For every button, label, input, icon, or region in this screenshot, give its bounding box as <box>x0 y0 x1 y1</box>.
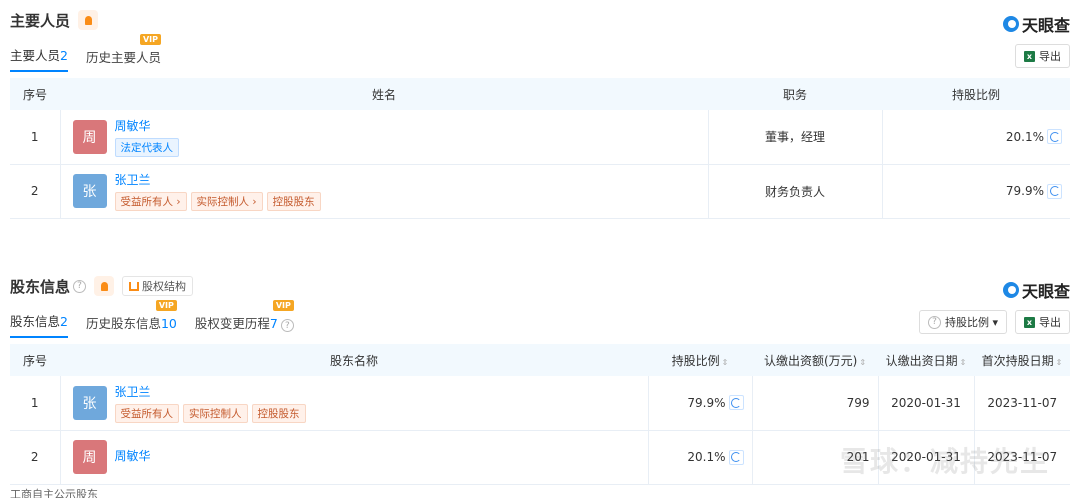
brand-logo: 天眼查 <box>1002 12 1070 36</box>
tab-equity-changes[interactable]: 股权变更历程7? VIP <box>195 299 294 339</box>
footer-note: 工商自主公示股东 <box>10 488 98 498</box>
bell-icon[interactable] <box>94 276 115 296</box>
person-link[interactable]: 周敏华 <box>115 447 151 464</box>
sort-icon: ⇕ <box>1055 357 1063 367</box>
main-personnel-section: 主要人员 天眼查 主要人员2 历史主要人员 VIP x 导出 序号 姓名 职务 持股… <box>10 0 1070 219</box>
pie-chart-icon[interactable] <box>1047 183 1062 199</box>
person-link[interactable]: 周敏华 <box>115 117 180 134</box>
pie-chart-icon[interactable] <box>728 449 744 465</box>
col-header: 持股比例 <box>882 78 1070 110</box>
watermark: 雪球：减持先生 <box>839 445 1050 478</box>
table-row: 2 张 张卫兰 受益所有人 › 实际控制人 › 控股股东 财务负责人 79.9% <box>10 164 1070 219</box>
avatar: 张 <box>72 385 107 420</box>
export-button[interactable]: x 导出 <box>1015 44 1070 68</box>
col-header: 序号 <box>10 78 60 110</box>
help-icon[interactable]: ? <box>280 319 294 332</box>
col-header-sortable[interactable]: 认缴出资日期 ⇕ <box>878 344 974 376</box>
tag-beneficial-owner[interactable]: 受益所有人 › <box>114 192 187 211</box>
tab-history-shareholders[interactable]: 历史股东信息10 VIP <box>86 300 177 338</box>
section-title: 股东信息 <box>10 277 71 296</box>
col-header-sortable[interactable]: 持股比例 ⇕ <box>648 344 752 376</box>
vip-badge: VIP <box>139 34 161 45</box>
tab-main-personnel[interactable]: 主要人员2 <box>10 45 68 72</box>
avatar: 张 <box>72 174 107 208</box>
col-header: 职务 <box>708 78 882 110</box>
tag-actual-controller[interactable]: 实际控制人 › <box>190 192 263 211</box>
avatar: 周 <box>72 440 107 474</box>
tag-legal-rep: 法定代表人 <box>114 137 179 157</box>
logo-icon <box>1002 282 1019 298</box>
vip-badge: VIP <box>272 299 294 311</box>
tab-shareholders[interactable]: 股东信息2 <box>10 311 68 338</box>
export-button[interactable]: x 导出 <box>1015 310 1070 334</box>
person-link[interactable]: 张卫兰 <box>115 383 306 400</box>
person-link[interactable]: 张卫兰 <box>115 171 321 188</box>
pie-chart-icon[interactable] <box>1047 129 1062 145</box>
bell-icon[interactable] <box>78 10 99 30</box>
col-header-sortable[interactable]: 认缴出资额(万元) ⇕ <box>752 344 878 376</box>
structure-icon <box>129 281 140 291</box>
avatar: 周 <box>72 119 107 154</box>
table-row: 1 张 张卫兰 受益所有人 实际控制人 控股股东 79.9% 799 2020-… <box>10 376 1070 431</box>
help-icon[interactable]: ? <box>73 279 87 293</box>
help-icon: ? <box>927 315 941 329</box>
table-row: 1 周 周敏华 法定代表人 董事，经理 20.1% <box>10 110 1070 165</box>
tab-history-personnel[interactable]: 历史主要人员 VIP <box>86 34 161 72</box>
tag-actual-controller: 实际控制人 <box>183 403 248 423</box>
personnel-table: 序号 姓名 职务 持股比例 1 周 周敏华 法定代表人 董事，经理 20.1% … <box>10 78 1070 219</box>
ratio-filter-dropdown[interactable]: ? 持股比例 ▾ <box>918 310 1007 334</box>
tag-controlling-shareholder: 控股股东 <box>266 192 321 211</box>
equity-structure-button[interactable]: 股权结构 <box>122 276 194 296</box>
sort-icon: ⇕ <box>959 357 967 367</box>
col-header: 序号 <box>10 344 60 376</box>
tag-controlling-shareholder: 控股股东 <box>251 403 306 423</box>
vip-badge: VIP <box>155 300 177 311</box>
col-header: 姓名 <box>60 78 708 110</box>
logo-icon <box>1002 16 1019 32</box>
col-header-sortable[interactable]: 首次持股日期 ⇕ <box>974 344 1070 376</box>
sort-icon: ⇕ <box>721 357 729 367</box>
col-header: 股东名称 <box>60 344 648 376</box>
excel-icon: x <box>1024 316 1035 328</box>
brand-logo: 天眼查 <box>1002 278 1070 302</box>
excel-icon: x <box>1024 50 1035 62</box>
sort-icon: ⇕ <box>859 357 867 367</box>
pie-chart-icon[interactable] <box>728 395 744 411</box>
section-title: 主要人员 <box>10 11 71 30</box>
tag-beneficial-owner: 受益所有人 <box>114 403 179 423</box>
